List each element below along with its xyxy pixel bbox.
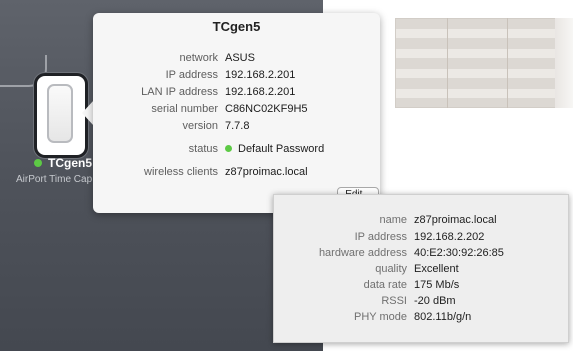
- status-indicator-icon: [225, 145, 232, 152]
- info-label: network: [179, 52, 218, 64]
- client-info-panel: name z87proimac.local IP address 192.168…: [273, 194, 569, 343]
- info-row-lan-ip: LAN IP address 192.168.2.201: [93, 86, 380, 100]
- info-value: 192.168.2.201: [225, 69, 296, 81]
- client-value: z87proimac.local: [414, 214, 497, 226]
- info-label: LAN IP address: [141, 86, 218, 98]
- client-label: name: [379, 214, 407, 226]
- photo-seam: [507, 18, 508, 108]
- client-row-name: name z87proimac.local: [274, 214, 568, 228]
- device-tower-shape: [47, 84, 73, 143]
- info-label: serial number: [151, 103, 218, 115]
- popover-title: TCgen5: [212, 19, 261, 34]
- client-label: RSSI: [381, 295, 407, 307]
- info-row-ip: IP address 192.168.2.201: [93, 69, 380, 83]
- client-row-hardware-address: hardware address 40:E2:30:92:26:85: [274, 247, 568, 261]
- info-row-serial: serial number C86NC02KF9H5: [93, 103, 380, 117]
- client-label: PHY mode: [354, 311, 407, 323]
- info-value: C86NC02KF9H5: [225, 103, 308, 115]
- photo-seam: [447, 18, 448, 108]
- client-value: 802.11b/g/n: [414, 311, 472, 323]
- client-value: 175 Mb/s: [414, 279, 460, 291]
- client-label: quality: [375, 263, 407, 275]
- status-dot-icon: [34, 159, 42, 167]
- client-row-ip: IP address 192.168.2.202: [274, 231, 568, 245]
- info-row-wireless-clients: wireless clients z87proimac.local: [93, 166, 380, 180]
- device-info-popover: TCgen5 network ASUS IP address 192.168.2…: [93, 13, 380, 213]
- info-label: IP address: [165, 69, 218, 81]
- device-model: AirPort Time Cap: [16, 174, 93, 185]
- info-row-version: version 7.7.8: [93, 120, 380, 134]
- info-row-status: status Default Password: [93, 143, 380, 157]
- client-value: -20 dBm: [414, 295, 456, 307]
- info-value: ASUS: [225, 52, 255, 64]
- info-value: 192.168.2.201: [225, 86, 296, 98]
- client-label: hardware address: [318, 247, 407, 259]
- info-label: status: [188, 143, 218, 155]
- info-row-network: network ASUS: [93, 52, 380, 66]
- info-label: version: [182, 120, 218, 132]
- airport-time-capsule-icon[interactable]: [34, 73, 88, 158]
- device-label[interactable]: TCgen5: [34, 156, 92, 170]
- status-text: Default Password: [238, 143, 325, 155]
- info-label: wireless clients: [144, 166, 218, 178]
- client-row-quality: quality Excellent: [274, 263, 568, 277]
- client-row-data-rate: data rate 175 Mb/s: [274, 279, 568, 293]
- client-row-phy-mode: PHY mode 802.11b/g/n: [274, 311, 568, 325]
- client-label: data rate: [363, 279, 407, 291]
- status-value: Default Password: [225, 143, 324, 155]
- wireless-client-link[interactable]: z87proimac.local: [225, 166, 308, 178]
- client-value: 192.168.2.202: [414, 231, 485, 243]
- device-name: TCgen5: [48, 156, 93, 170]
- photo-frame: [555, 18, 573, 108]
- info-value: 7.7.8: [225, 120, 250, 132]
- client-row-rssi: RSSI -20 dBm: [274, 295, 568, 309]
- background-photo: [395, 18, 573, 108]
- client-value: 40:E2:30:92:26:85: [414, 247, 504, 259]
- client-value: Excellent: [414, 263, 459, 275]
- client-label: IP address: [354, 231, 407, 243]
